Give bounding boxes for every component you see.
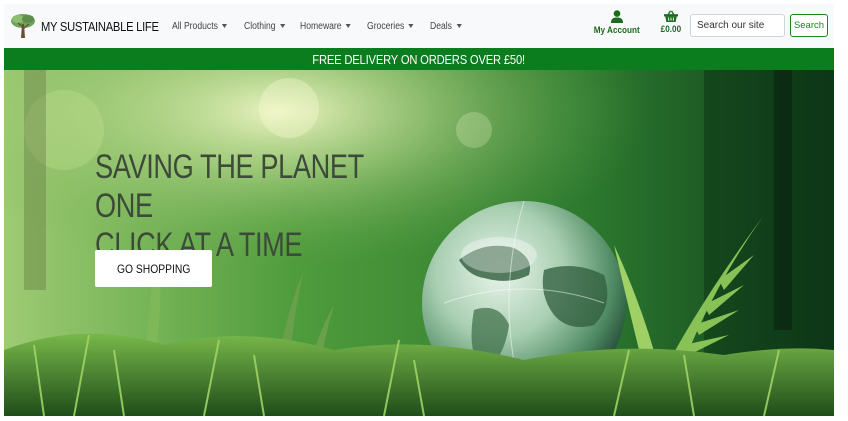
nav-item-homeware[interactable]: Homeware — [300, 21, 351, 32]
caret-down-icon — [408, 24, 415, 28]
nav-item-label: Deals — [429, 20, 452, 32]
nav-item-label: Homeware — [299, 20, 342, 32]
nav-item-label: Clothing — [244, 20, 276, 32]
my-account-label: My Account — [594, 25, 641, 36]
go-shopping-label: GO SHOPPING — [116, 261, 191, 276]
nav-item-label: Groceries — [367, 20, 405, 32]
promo-banner: FREE DELIVERY ON ORDERS OVER £50! — [4, 48, 834, 70]
search-input[interactable] — [690, 14, 785, 37]
user-icon — [611, 10, 623, 23]
nav-item-groceries[interactable]: Groceries — [367, 20, 415, 32]
basket-total: £0.00 — [660, 24, 682, 35]
nav-item-all-products[interactable]: All Products — [171, 20, 228, 32]
navbar: MY SUSTAINABLE LIFE All Products Clothin… — [4, 4, 834, 48]
go-shopping-button[interactable]: GO SHOPPING — [95, 250, 212, 287]
hero-title: SAVING THE PLANET ONE CLICK AT A TIME — [95, 148, 399, 265]
hero-title-line: SAVING THE PLANET ONE — [95, 148, 364, 225]
caret-down-icon — [222, 24, 228, 28]
basket-icon — [664, 10, 678, 22]
brand[interactable]: MY SUSTAINABLE LIFE — [10, 4, 178, 48]
brand-name: MY SUSTAINABLE LIFE — [41, 18, 159, 34]
basket-link[interactable]: £0.00 — [654, 10, 688, 42]
tree-icon — [11, 14, 35, 38]
my-account-link[interactable]: My Account — [594, 10, 640, 42]
search-button[interactable]: Search — [790, 14, 828, 37]
nav-item-label: All Products — [171, 20, 218, 32]
page-frame: MY SUSTAINABLE LIFE All Products Clothin… — [4, 4, 834, 416]
promo-banner-text: FREE DELIVERY ON ORDERS OVER £50! — [312, 51, 526, 67]
caret-down-icon — [280, 24, 286, 28]
nav-item-deals[interactable]: Deals — [429, 20, 462, 32]
nav-item-clothing[interactable]: Clothing — [244, 20, 286, 32]
caret-down-icon — [345, 24, 351, 28]
caret-down-icon — [455, 24, 462, 28]
hero-section: SAVING THE PLANET ONE CLICK AT A TIME GO… — [4, 70, 834, 416]
nav-links: All Products Clothing Homeware Groceries… — [172, 21, 474, 32]
